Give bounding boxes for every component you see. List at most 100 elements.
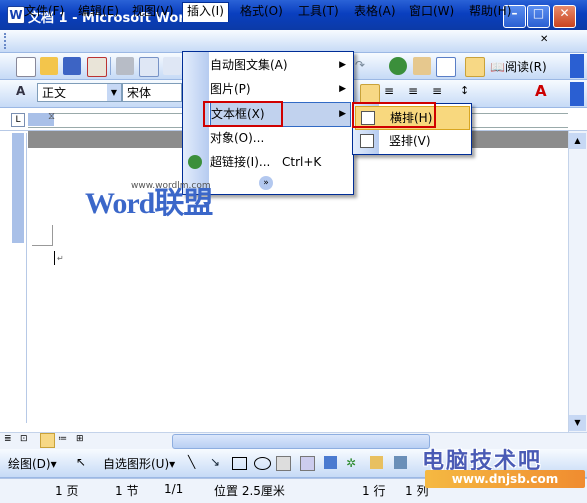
reading-view-icon[interactable]: ⊞ — [76, 434, 84, 444]
insert-table-icon[interactable] — [436, 57, 456, 77]
toolbar2-options-icon[interactable] — [570, 82, 584, 106]
hyperlink-icon[interactable] — [389, 57, 407, 75]
menu-item-label: 图片(P) — [210, 82, 251, 96]
align-justify-icon[interactable] — [360, 84, 380, 104]
new-document-icon[interactable] — [16, 57, 36, 77]
menu-item-label: 超链接(I)... — [210, 155, 271, 169]
vertical-ruler-margin — [12, 133, 24, 243]
line-spacing-icon[interactable]: ↕ — [460, 84, 500, 102]
logo-url: www.wordlm.com — [131, 181, 211, 191]
spelling-icon[interactable] — [163, 57, 181, 75]
align-center-icon[interactable]: ≡ — [384, 84, 402, 102]
open-folder-icon[interactable] — [40, 57, 58, 75]
paragraph-mark-icon: ↵ — [57, 254, 64, 263]
submenu-arrow-icon: ▶ — [339, 60, 346, 70]
menu-item-picture[interactable]: 图片(P) ▶ — [210, 78, 350, 101]
shortcut-text: Ctrl+K — [282, 155, 322, 169]
autoshapes-menu[interactable]: 自选图形(U)▾ — [103, 455, 175, 472]
tables-borders-icon[interactable] — [413, 57, 431, 75]
read-mode-button[interactable]: 📖阅读(R) — [490, 58, 547, 75]
oval-icon[interactable] — [254, 457, 271, 470]
menu-format[interactable]: 格式(O) — [236, 3, 287, 20]
menu-item-object[interactable]: 对象(O)... — [210, 127, 350, 150]
menubar-grip[interactable] — [4, 33, 9, 49]
scroll-down-icon[interactable]: ▼ — [569, 415, 586, 431]
web-view-icon[interactable]: ⊡ — [20, 434, 28, 444]
close-button[interactable]: ✕ — [553, 5, 576, 28]
menu-help[interactable]: 帮助(H) — [465, 3, 515, 20]
menu-window[interactable]: 窗口(W) — [405, 3, 458, 20]
status-line: 1 行 — [362, 484, 386, 498]
select-objects-icon[interactable]: ↖ — [76, 455, 86, 469]
status-position: 位置 2.5厘米 — [214, 484, 285, 498]
chevron-down-icon[interactable]: ▼ — [107, 84, 121, 101]
expand-menu-icon[interactable]: » — [259, 176, 273, 190]
distribute-icon[interactable]: ≡ — [432, 84, 450, 102]
save-icon[interactable] — [63, 57, 81, 75]
submenu-arrow-icon: ▶ — [339, 109, 346, 119]
style-value: 正文 — [42, 86, 67, 100]
rectangle-icon[interactable] — [232, 457, 247, 470]
highlight-box-horizontal — [352, 102, 436, 128]
print-preview-icon[interactable] — [139, 57, 159, 77]
separator — [110, 57, 111, 75]
draw-label: 绘图(D) — [8, 457, 51, 471]
toolbar-options-icon[interactable] — [570, 54, 584, 78]
status-section: 1 节 — [115, 484, 139, 498]
diagram-icon[interactable]: ✲ — [346, 456, 356, 470]
textbox-icon[interactable] — [276, 456, 291, 471]
normal-view-icon[interactable]: ≣ — [4, 434, 12, 444]
wordart-icon[interactable] — [324, 456, 337, 469]
maximize-button[interactable]: □ — [527, 5, 550, 28]
menu-bar — [0, 30, 587, 53]
read-label: 阅读(R) — [504, 60, 547, 74]
font-value: 宋体 — [127, 86, 152, 100]
tab-selector-icon[interactable]: L — [11, 113, 25, 127]
close-doc-icon[interactable]: ✕ — [540, 34, 554, 48]
line-icon[interactable]: ╲ — [188, 455, 195, 469]
draw-menu[interactable]: 绘图(D)▾ — [8, 455, 57, 472]
menu-item-autotext[interactable]: 自动图文集(A) ▶ — [210, 54, 350, 77]
menu-table[interactable]: 表格(A) — [350, 3, 400, 20]
menu-tools[interactable]: 工具(T) — [294, 3, 343, 20]
menu-item-label: 竖排(V) — [389, 134, 431, 148]
menu-insert[interactable]: 插入(I) — [182, 2, 229, 22]
scroll-up-icon[interactable]: ▲ — [569, 133, 586, 149]
text-cursor — [54, 251, 55, 265]
menu-item-vertical[interactable]: 竖排(V) — [355, 130, 468, 152]
drawing-icon[interactable] — [465, 57, 485, 77]
page-corner-mark — [32, 225, 53, 246]
indent-marker-icon[interactable]: ⧖ — [48, 111, 55, 122]
status-pages: 1/1 — [164, 482, 184, 496]
brand-url: www.dnjsb.com — [425, 470, 585, 488]
font-color-icon[interactable]: A — [535, 82, 547, 100]
menu-item-label: 对象(O)... — [210, 131, 265, 145]
autoshapes-label: 自选图形(U) — [103, 457, 170, 471]
logo-text: Word联盟 — [85, 187, 213, 220]
redo-icon[interactable]: ↷ — [355, 58, 365, 72]
outline-view-icon[interactable]: ≔ — [58, 434, 67, 444]
font-combobox[interactable]: 宋体 — [122, 83, 182, 102]
read-icon: 📖 — [490, 60, 505, 74]
permission-icon[interactable] — [87, 57, 107, 77]
menu-item-hyperlink[interactable]: 超链接(I)... Ctrl+K — [210, 151, 350, 174]
menu-file[interactable]: 文件(F) — [20, 3, 68, 20]
menu-item-label: 自动图文集(A) — [210, 58, 288, 72]
picture-icon[interactable] — [394, 456, 407, 469]
style-combobox[interactable]: 正文 ▼ — [37, 83, 122, 102]
vertical-scrollbar[interactable] — [568, 131, 587, 432]
arrow-icon[interactable]: ↘ — [210, 455, 220, 469]
highlight-box-textbox — [203, 101, 283, 127]
vertical-textbox-icon[interactable] — [300, 456, 315, 471]
print-icon[interactable] — [116, 57, 134, 75]
menu-view[interactable]: 视图(V) — [128, 3, 178, 20]
status-page: 1 页 — [55, 484, 79, 498]
clipart-icon[interactable] — [370, 456, 383, 469]
scroll-thumb[interactable] — [172, 434, 430, 449]
styles-pane-icon[interactable]: A — [16, 84, 25, 98]
print-layout-icon[interactable] — [40, 433, 55, 448]
submenu-arrow-icon: ▶ — [339, 84, 346, 94]
menu-edit[interactable]: 编辑(E) — [74, 3, 123, 20]
hyperlink-menu-icon — [188, 155, 202, 169]
align-right-icon[interactable]: ≡ — [408, 84, 426, 102]
